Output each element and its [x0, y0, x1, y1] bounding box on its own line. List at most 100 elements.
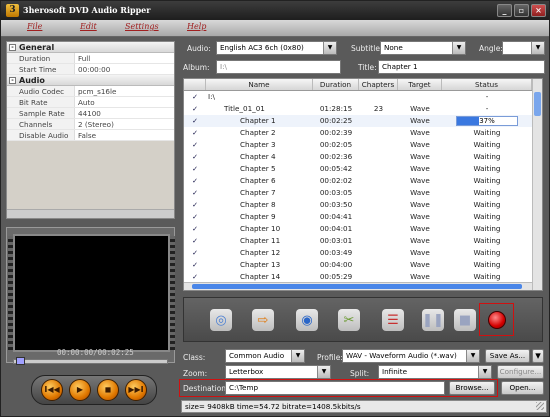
title-list[interactable]: Name Duration Chapters Target Status ✓ I:…: [183, 78, 543, 291]
row-checkbox[interactable]: ✓: [184, 223, 206, 235]
row-checkbox[interactable]: ✓: [184, 259, 206, 271]
table-row[interactable]: ✓ Chapter 11 00:03:01 Wave Waiting: [184, 235, 532, 247]
resize-grip-icon[interactable]: [536, 402, 544, 410]
destination-field[interactable]: C:\Temp: [225, 381, 445, 395]
seek-bar[interactable]: [13, 359, 168, 364]
row-checkbox[interactable]: ✓: [184, 235, 206, 247]
prop-sample-rate[interactable]: Sample Rate 44100: [7, 108, 174, 119]
table-row[interactable]: ✓ Chapter 7 00:03:05 Wave Waiting: [184, 187, 532, 199]
horizontal-scrollbar[interactable]: [184, 282, 532, 290]
split-select[interactable]: Infinite ▼: [378, 365, 492, 379]
chevron-down-icon: ▼: [466, 350, 479, 362]
header-name[interactable]: Name: [206, 79, 313, 90]
title-field[interactable]: Chapter 1: [378, 60, 545, 74]
profile-select[interactable]: WAV - Waveform Audio (*.wav) ▼: [342, 349, 480, 363]
prop-audio-codec[interactable]: Audio Codec pcm_s16le: [7, 86, 174, 97]
collapse-icon[interactable]: -: [9, 44, 16, 51]
header-chapters[interactable]: Chapters: [359, 79, 398, 90]
scroll-thumb[interactable]: [534, 92, 541, 116]
menu-edit[interactable]: Edit: [80, 22, 97, 31]
subtitle-select[interactable]: None ▼: [380, 41, 466, 55]
row-status: Waiting: [473, 164, 501, 173]
table-row[interactable]: ✓ I:\ -: [184, 91, 532, 103]
table-row[interactable]: ✓ Chapter 9 00:04:41 Wave Waiting: [184, 211, 532, 223]
scroll-thumb[interactable]: [192, 284, 522, 289]
album-field[interactable]: I:\: [216, 60, 341, 74]
angle-select[interactable]: ▼: [502, 41, 545, 55]
previous-button[interactable]: I◀◀: [41, 379, 63, 401]
table-row[interactable]: ✓ Chapter 2 00:02:39 Wave Waiting: [184, 127, 532, 139]
audio-track-select[interactable]: English AC3 6ch (0x80) ▼: [216, 41, 337, 55]
close-button[interactable]: ×: [531, 4, 546, 17]
row-duration: 00:05:42: [319, 164, 353, 173]
row-checkbox[interactable]: ✓: [184, 199, 206, 211]
group-audio[interactable]: - Audio: [7, 75, 174, 86]
class-select[interactable]: Common Audio ▼: [225, 349, 305, 363]
prop-duration[interactable]: Duration Full: [7, 53, 174, 64]
minimize-button[interactable]: _: [497, 4, 512, 17]
checkmark-icon: ✓: [192, 237, 198, 245]
row-checkbox[interactable]: ✓: [184, 91, 206, 103]
load-dvd-button[interactable]: ◎: [206, 305, 236, 335]
row-duration: [313, 91, 359, 103]
menu-settings[interactable]: Settings: [125, 22, 159, 31]
header-status[interactable]: Status: [442, 79, 532, 90]
group-general[interactable]: - General: [7, 42, 174, 53]
table-row[interactable]: ✓ Chapter 12 00:03:49 Wave Waiting: [184, 247, 532, 259]
pause-button[interactable]: ❚❚: [418, 305, 448, 335]
properties-button[interactable]: ☰: [378, 305, 408, 335]
table-row[interactable]: ✓ Chapter 8 00:03:50 Wave Waiting: [184, 199, 532, 211]
menu-file[interactable]: File: [27, 22, 42, 31]
row-duration: 01:28:15: [319, 104, 353, 113]
row-status: -: [485, 92, 489, 101]
table-row[interactable]: ✓ Chapter 1 00:02:25 Wave 37%: [184, 115, 532, 127]
clip-button[interactable]: ✂: [334, 305, 364, 335]
collapse-icon[interactable]: -: [9, 77, 16, 84]
stop-button[interactable]: ◼: [97, 379, 119, 401]
save-as-button[interactable]: Save As...: [485, 349, 530, 363]
play-button[interactable]: ▶: [69, 379, 91, 401]
table-row[interactable]: ✓ Chapter 3 00:02:05 Wave Waiting: [184, 139, 532, 151]
header-check[interactable]: [184, 79, 206, 90]
next-button[interactable]: ▶▶I: [125, 379, 147, 401]
save-as-dropdown[interactable]: ▼: [532, 349, 544, 363]
row-checkbox[interactable]: ✓: [184, 175, 206, 187]
prop-bit-rate[interactable]: Bit Rate Auto: [7, 97, 174, 108]
browse-button[interactable]: Browse...: [449, 381, 495, 395]
checkmark-icon: ✓: [192, 261, 198, 269]
seek-handle[interactable]: [16, 357, 25, 365]
zoom-select[interactable]: Letterbox ▼: [225, 365, 331, 379]
prop-start-time[interactable]: Start Time 00:00:00: [7, 64, 174, 75]
table-row[interactable]: ✓ Chapter 4 00:02:36 Wave Waiting: [184, 151, 532, 163]
row-checkbox[interactable]: ✓: [184, 163, 206, 175]
record-button[interactable]: [479, 303, 514, 336]
table-row[interactable]: ✓ Chapter 10 00:04:01 Wave Waiting: [184, 223, 532, 235]
row-checkbox[interactable]: ✓: [184, 115, 206, 127]
title-bar[interactable]: 3 3herosoft DVD Audio Ripper _ ▫ ×: [1, 1, 549, 20]
table-row[interactable]: ✓ Chapter 6 00:02:02 Wave Waiting: [184, 175, 532, 187]
row-checkbox[interactable]: ✓: [184, 187, 206, 199]
header-target[interactable]: Target: [398, 79, 442, 90]
properties-scrollbar[interactable]: [7, 209, 174, 218]
settings-button[interactable]: ◉: [292, 305, 322, 335]
table-row[interactable]: ✓ Chapter 5 00:05:42 Wave Waiting: [184, 163, 532, 175]
row-checkbox[interactable]: ✓: [184, 247, 206, 259]
row-checkbox[interactable]: ✓: [184, 127, 206, 139]
prop-disable-audio[interactable]: Disable Audio False: [7, 130, 174, 141]
row-checkbox[interactable]: ✓: [184, 211, 206, 223]
row-chapters: [359, 235, 398, 247]
table-row[interactable]: ✓ Title_01_01 01:28:15 23 Wave -: [184, 103, 532, 115]
header-duration[interactable]: Duration: [313, 79, 359, 90]
maximize-button[interactable]: ▫: [514, 4, 529, 17]
row-checkbox[interactable]: ✓: [184, 151, 206, 163]
table-row[interactable]: ✓ Chapter 13 00:04:00 Wave Waiting: [184, 259, 532, 271]
menu-help[interactable]: Help: [187, 22, 206, 31]
vertical-scrollbar[interactable]: [532, 79, 542, 290]
stop-button[interactable]: ■: [450, 305, 480, 335]
row-checkbox[interactable]: ✓: [184, 139, 206, 151]
configure-button[interactable]: Configure...: [497, 365, 544, 379]
open-button[interactable]: Open...: [501, 381, 544, 395]
prop-channels[interactable]: Channels 2 (Stereo): [7, 119, 174, 130]
row-checkbox[interactable]: ✓: [184, 103, 206, 115]
export-button[interactable]: ⇨: [248, 305, 278, 335]
